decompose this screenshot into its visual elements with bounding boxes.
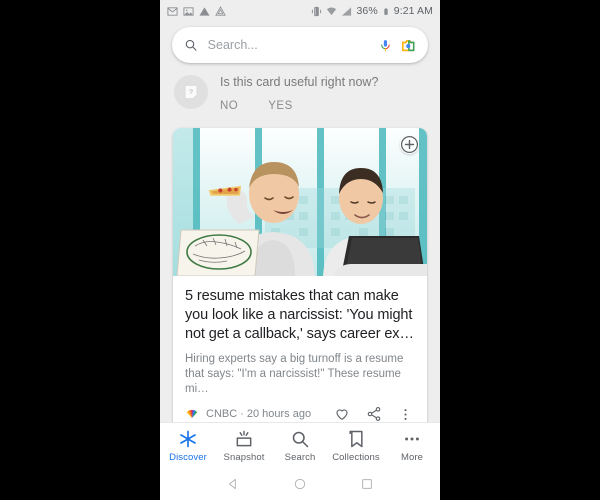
bottom-navigation: Discover Snapshot Search Collections Mor…: [160, 422, 440, 468]
bookmark-icon: [349, 430, 363, 447]
feedback-no-button[interactable]: NO: [220, 98, 238, 114]
phone-screen: 36% 9:21 AM Search... ? Is this card use…: [160, 0, 440, 500]
android-system-nav: [160, 468, 440, 500]
nav-label-snapshot: Snapshot: [223, 451, 265, 463]
nav-item-search[interactable]: Search: [272, 429, 328, 463]
vibrate-icon: [312, 6, 322, 16]
back-glyph: [229, 478, 237, 490]
plus-glyph-icon: [400, 135, 419, 154]
feed-scroll-area[interactable]: ? Is this card useful right now? NO YES: [160, 22, 440, 422]
article-description: Hiring experts say a big turnoff is a re…: [185, 353, 404, 395]
drive-cloud-icon: [215, 5, 226, 16]
clock-label: 9:21 AM: [393, 5, 433, 17]
feedback-question: Is this card useful right now?: [220, 75, 379, 89]
article-image: [173, 128, 427, 276]
home-glyph: [294, 478, 306, 490]
add-circle-icon[interactable]: [400, 135, 419, 154]
photos-icon: [183, 6, 194, 16]
back-triangle-icon[interactable]: [226, 477, 240, 491]
svg-text:?: ?: [189, 89, 193, 96]
question-bubble-icon: ?: [184, 84, 198, 100]
discover-asterisk-icon: [180, 430, 196, 447]
feedback-yes-button[interactable]: YES: [268, 98, 293, 114]
search-input[interactable]: [207, 38, 369, 52]
wifi-icon: [327, 6, 337, 15]
article-footer: CNBC · 20 hours ago: [173, 397, 427, 422]
battery-icon: [384, 7, 388, 15]
screenshot-stage: 36% 9:21 AM Search... ? Is this card use…: [0, 0, 600, 500]
question-card-icon: ?: [174, 75, 208, 109]
search-bar[interactable]: [172, 27, 428, 63]
more-horiz-icon: [405, 437, 419, 440]
article-source-label: CNBC · 20 hours ago: [206, 408, 311, 420]
nav-label-collections: Collections: [332, 451, 380, 463]
recents-square-icon[interactable]: [360, 477, 374, 491]
article-text-block: 5 resume mistakes that can make you look…: [173, 276, 427, 397]
recents-glyph: [361, 479, 372, 489]
nbc-peacock-icon: [186, 409, 198, 419]
nav-item-collections[interactable]: Collections: [328, 429, 384, 463]
microphone-icon[interactable]: [379, 36, 392, 55]
feedback-body: Is this card useful right now? NO YES: [220, 73, 426, 114]
feedback-actions: NO YES: [220, 98, 426, 114]
article-title[interactable]: 5 resume mistakes that can make you look…: [185, 287, 415, 344]
status-bar-system: 36% 9:21 AM: [311, 5, 433, 17]
nav-item-snapshot[interactable]: Snapshot: [216, 429, 272, 463]
discover-article-card[interactable]: 5 resume mistakes that can make you look…: [173, 128, 427, 422]
article-image-illustration: [173, 128, 427, 276]
article-action-bar: [334, 406, 417, 422]
gmail-icon: [167, 6, 178, 16]
home-circle-icon[interactable]: [293, 477, 307, 491]
status-bar-notifications: [167, 5, 226, 17]
like-icon[interactable]: [334, 406, 350, 422]
status-bar: 36% 9:21 AM: [160, 0, 440, 22]
signal-icon: [342, 6, 352, 16]
source-name: CNBC: [206, 408, 238, 420]
drive-triangle-icon: [199, 6, 210, 16]
nav-label-discover: Discover: [169, 451, 207, 463]
snapshot-icon: [236, 430, 252, 446]
more-vert-icon[interactable]: [398, 407, 413, 422]
google-lens-icon[interactable]: [401, 37, 416, 54]
battery-percent-label: 36%: [356, 5, 378, 17]
card-feedback-prompt: ? Is this card useful right now? NO YES: [160, 63, 440, 120]
share-icon[interactable]: [366, 406, 382, 422]
article-timestamp: 20 hours ago: [246, 408, 312, 420]
source-separator: ·: [240, 408, 244, 420]
search-icon: [292, 431, 309, 447]
nav-label-more: More: [400, 451, 424, 463]
nav-item-more[interactable]: More: [384, 429, 440, 463]
nav-label-search: Search: [284, 451, 316, 463]
search-icon: [185, 39, 197, 51]
nav-item-discover[interactable]: Discover: [160, 429, 216, 463]
